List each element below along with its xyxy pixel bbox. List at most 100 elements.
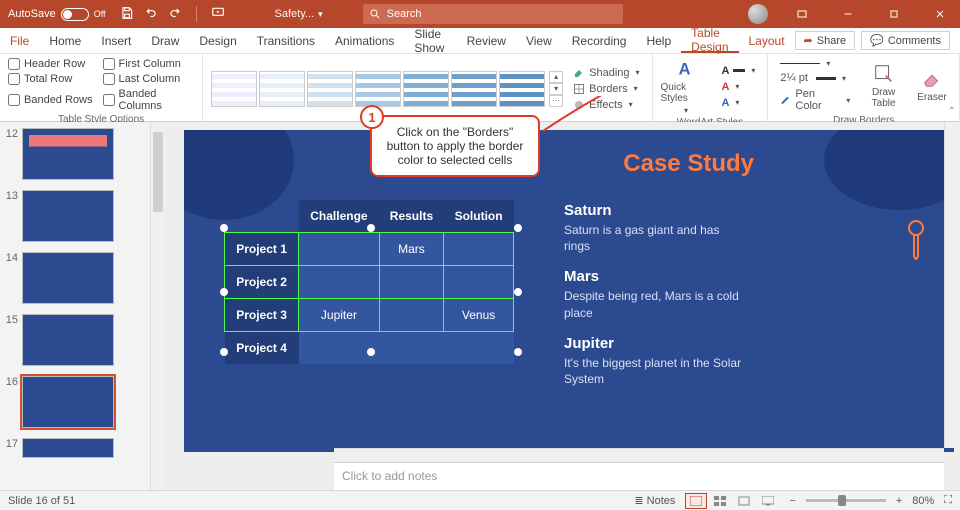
side-heading[interactable]: Saturn [564,202,744,219]
reading-view-button[interactable] [733,493,755,509]
table-cell[interactable] [299,266,380,299]
selection-handle[interactable] [367,224,375,232]
effects-button[interactable]: Effects▾ [569,98,643,112]
selection-handle[interactable] [220,348,228,356]
tab-help[interactable]: Help [636,28,681,53]
autosave-toggle[interactable]: AutoSave Off [8,8,106,21]
chk-banded-columns[interactable]: Banded Columns [103,88,195,112]
tab-animations[interactable]: Animations [325,28,404,53]
table-cell[interactable]: Mars [379,233,443,266]
maximize-button[interactable] [874,0,914,28]
slide-thumbnail[interactable] [22,376,114,428]
chk-banded-rows[interactable]: Banded Rows [8,88,93,112]
collapse-ribbon-icon[interactable]: ⌃ [948,106,956,117]
text-outline-button[interactable]: A▾ [717,80,759,94]
tab-home[interactable]: Home [39,28,91,53]
slide-title[interactable]: Case Study [623,150,754,178]
style-thumb[interactable] [307,71,353,107]
tab-design[interactable]: Design [189,28,246,53]
ribbon-display-button[interactable] [782,0,822,28]
table-cell[interactable] [299,233,380,266]
notes-pane[interactable]: Click to add notes [334,462,944,490]
quick-styles-button[interactable]: A Quick Styles▾ [661,58,712,115]
slide-table[interactable]: ChallengeResultsSolutionProject 1MarsPro… [224,200,514,364]
gallery-more-icon[interactable]: ⋯ [549,95,563,107]
slide-thumbnail[interactable] [22,314,114,366]
table-row-label[interactable]: Project 1 [225,233,299,266]
table-cell[interactable] [444,332,514,365]
slide-editor[interactable]: Case Study ChallengeResultsSolutionProje… [164,122,960,490]
table-cell[interactable] [379,266,443,299]
table-row-label[interactable]: Project 4 [225,332,299,365]
table-cell[interactable] [379,332,443,365]
selection-handle[interactable] [514,288,522,296]
tab-slideshow[interactable]: Slide Show [404,28,456,53]
table-cell[interactable] [444,233,514,266]
sorter-view-button[interactable] [709,493,731,509]
thumbnail-scrollbar[interactable] [150,122,164,490]
table-cell[interactable] [379,299,443,332]
chk-first-column[interactable]: First Column [103,58,195,70]
draw-table-button[interactable]: Draw Table [860,63,907,109]
redo-icon[interactable] [168,6,182,20]
style-thumb[interactable] [499,71,545,107]
slide-thumbnail[interactable] [22,128,114,180]
table-cell[interactable] [444,266,514,299]
table-header[interactable]: Results [379,200,443,233]
eraser-button[interactable]: Eraser [913,68,951,103]
slide-thumbnail[interactable] [22,252,114,304]
style-thumb[interactable] [355,71,401,107]
tab-view[interactable]: View [516,28,562,53]
user-avatar[interactable] [748,4,768,24]
zoom-in-button[interactable]: + [896,495,902,507]
tab-review[interactable]: Review [457,28,516,53]
normal-view-button[interactable] [685,493,707,509]
comments-button[interactable]: 💬Comments [861,31,950,50]
style-thumb[interactable] [403,71,449,107]
side-paragraph[interactable]: It's the biggest planet in the Solar Sys… [564,355,744,387]
tab-layout[interactable]: Layout [739,28,795,53]
gallery-down-icon[interactable]: ▾ [549,83,563,95]
borders-button[interactable]: Borders▾ [569,82,643,96]
tab-file[interactable]: File [0,28,39,53]
chevron-down-icon[interactable]: ▾ [318,9,323,20]
table-header[interactable] [225,200,299,233]
chk-total-row[interactable]: Total Row [8,73,93,85]
slide-thumbnail[interactable] [22,190,114,242]
side-heading[interactable]: Mars [564,268,744,285]
share-button[interactable]: ➦Share [795,31,856,50]
side-heading[interactable]: Jupiter [564,335,744,352]
side-paragraph[interactable]: Saturn is a gas giant and has rings [564,222,744,254]
zoom-level[interactable]: 80% [912,495,934,507]
tab-table-design[interactable]: Table Design [681,28,738,53]
selection-handle[interactable] [367,348,375,356]
slide-thumbnail[interactable] [22,438,114,458]
table-style-gallery[interactable]: ▴ ▾ ⋯ [211,71,563,107]
slide-canvas[interactable]: Case Study ChallengeResultsSolutionProje… [184,130,954,452]
present-icon[interactable] [211,6,225,20]
slide-side-text[interactable]: Saturn Saturn is a gas giant and has ring… [564,202,744,401]
chk-header-row[interactable]: Header Row [8,58,93,70]
table-cell[interactable]: Jupiter [299,299,380,332]
style-thumb[interactable] [211,71,257,107]
horizontal-scrollbar[interactable] [334,448,944,462]
tab-transitions[interactable]: Transitions [247,28,325,53]
zoom-out-button[interactable]: − [789,495,795,507]
fit-to-window-button[interactable]: ⛶ [944,494,952,507]
table-header[interactable]: Solution [444,200,514,233]
tab-draw[interactable]: Draw [141,28,189,53]
tab-insert[interactable]: Insert [91,28,141,53]
vertical-scrollbar[interactable] [944,122,960,448]
undo-icon[interactable] [144,6,158,20]
table-cell[interactable] [299,332,380,365]
minimize-button[interactable] [828,0,868,28]
text-fill-button[interactable]: A▾ [717,64,759,78]
side-paragraph[interactable]: Despite being red, Mars is a cold place [564,288,744,320]
close-button[interactable] [920,0,960,28]
table-row-label[interactable]: Project 2 [225,266,299,299]
tab-recording[interactable]: Recording [562,28,637,53]
pen-style-button[interactable]: ▾ [776,58,854,69]
table-cell[interactable]: Venus [444,299,514,332]
chk-last-column[interactable]: Last Column [103,73,195,85]
search-input[interactable]: Search [363,4,623,24]
